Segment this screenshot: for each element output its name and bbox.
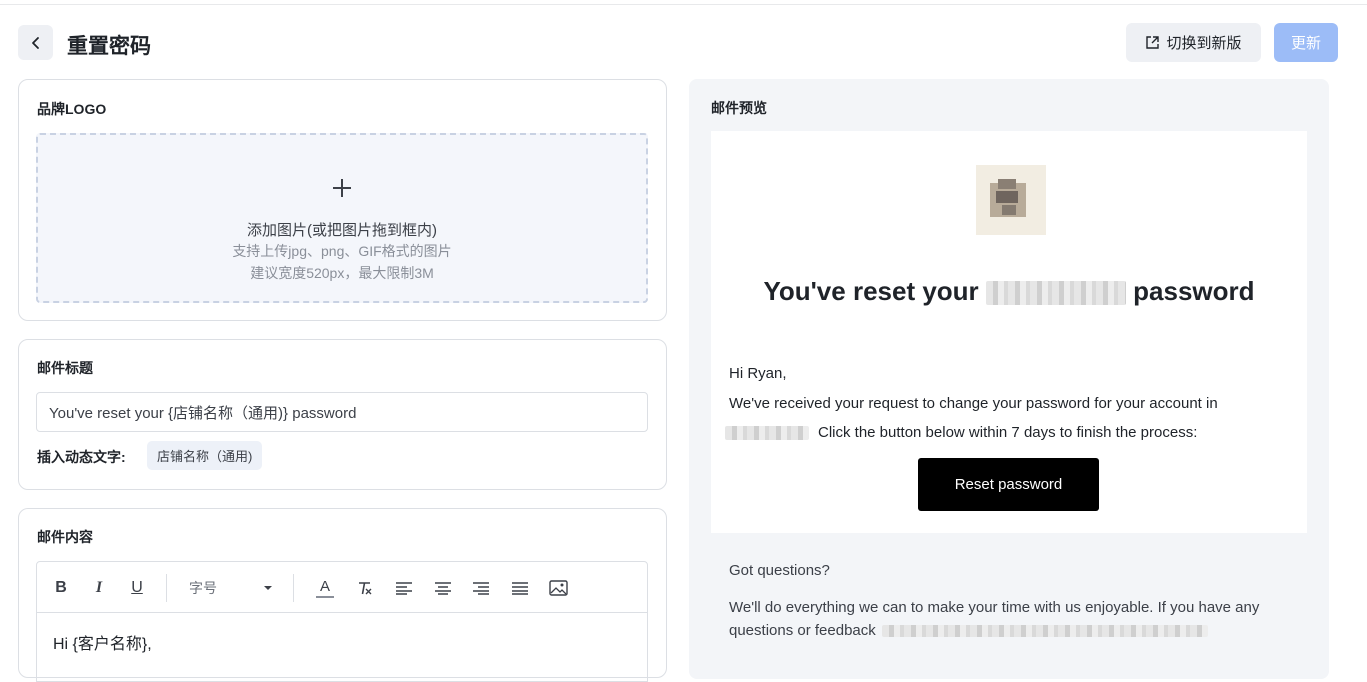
insert-dynamic-text-label: 插入动态文字: (37, 449, 126, 465)
toolbar-divider (293, 574, 294, 602)
preview-paragraph-2: Click the button below within 7 days to … (725, 424, 1197, 441)
external-link-icon (1146, 36, 1160, 49)
page-title: 重置密码 (67, 35, 151, 58)
insert-image-button[interactable] (548, 575, 568, 601)
toolbar-divider (166, 574, 167, 602)
align-right-button[interactable] (471, 575, 491, 601)
align-left-button[interactable] (394, 575, 414, 601)
plus-icon (333, 179, 351, 197)
italic-button[interactable]: I (91, 575, 107, 601)
editor-toolbar: B I U 字号 A (36, 561, 648, 613)
email-subject-input[interactable] (36, 392, 648, 432)
underline-button[interactable]: U (129, 575, 145, 601)
redacted-contact-email (881, 624, 1208, 637)
brand-logo-image (976, 165, 1046, 235)
align-center-button[interactable] (433, 575, 453, 601)
clear-format-button[interactable] (355, 575, 375, 601)
bold-button[interactable]: B (53, 575, 69, 601)
dropzone-hint-formats: 支持上传jpg、png、GIF格式的图片 (232, 243, 452, 259)
back-button[interactable] (18, 25, 53, 60)
preview-greeting: Hi Ryan, (729, 365, 787, 382)
logo-upload-dropzone[interactable]: 添加图片(或把图片拖到框内) 支持上传jpg、png、GIF格式的图片 建议宽度… (36, 133, 648, 303)
font-size-label: 字号 (189, 580, 217, 596)
font-color-swatch (316, 595, 334, 598)
preview-footer-line-2: questions or feedback (729, 622, 1208, 639)
caret-down-icon (264, 586, 272, 590)
reset-password-button[interactable]: Reset password (918, 458, 1099, 511)
switch-version-label: 切换到新版 (1166, 35, 1242, 52)
switch-version-button[interactable]: 切换到新版 (1126, 23, 1261, 62)
page-header: 重置密码 切换到新版 更新 (0, 0, 1367, 80)
align-right-icon (473, 582, 489, 595)
email-subject-card: 邮件标题 插入动态文字: 店铺名称（通用) (18, 339, 667, 490)
dynamic-tag-store-name[interactable]: 店铺名称（通用) (147, 441, 263, 470)
email-preview-panel: 邮件预览 You've reset your password Hi Ryan,… (689, 79, 1329, 679)
align-justify-button[interactable] (510, 575, 530, 601)
email-preview-title: 邮件预览 (711, 100, 767, 116)
preview-heading: You've reset your password (711, 276, 1307, 307)
email-content-title: 邮件内容 (37, 529, 93, 545)
redacted-store-name (725, 425, 809, 440)
align-center-icon (435, 582, 451, 595)
email-preview-body: You've reset your password Hi Ryan, We'v… (711, 131, 1307, 533)
preview-heading-start: You've reset your (763, 276, 979, 306)
clear-format-icon (359, 582, 372, 595)
preview-footer-line-1: We'll do everything we can to make your … (729, 599, 1260, 616)
preview-footer-line-2-text: questions or feedback (729, 622, 876, 639)
font-color-button[interactable]: A (315, 575, 335, 601)
email-subject-title: 邮件标题 (37, 360, 93, 376)
update-button[interactable]: 更新 (1274, 23, 1338, 62)
chevron-left-icon (31, 36, 39, 49)
brand-logo-title: 品牌LOGO (37, 101, 107, 117)
align-justify-icon (512, 582, 528, 595)
font-size-select[interactable]: 字号 (189, 576, 273, 600)
dropzone-hint-primary: 添加图片(或把图片拖到框内) (247, 222, 437, 239)
redacted-store-name (985, 281, 1126, 306)
preview-got-questions: Got questions? (729, 562, 830, 579)
font-color-glyph: A (319, 577, 330, 595)
email-content-card: 邮件内容 B I U 字号 A Hi {客户名称}, (18, 508, 667, 682)
brand-logo-card: 品牌LOGO 添加图片(或把图片拖到框内) 支持上传jpg、png、GIF格式的… (18, 79, 667, 321)
dropzone-hint-size: 建议宽度520px，最大限制3M (250, 265, 434, 281)
email-content-editor[interactable]: Hi {客户名称}, (36, 612, 648, 682)
align-left-icon (396, 582, 412, 595)
preview-heading-end: password (1133, 276, 1255, 306)
preview-paragraph-2-text: Click the button below within 7 days to … (818, 424, 1198, 441)
preview-paragraph-1: We've received your request to change yo… (729, 395, 1218, 412)
image-icon (548, 580, 568, 596)
